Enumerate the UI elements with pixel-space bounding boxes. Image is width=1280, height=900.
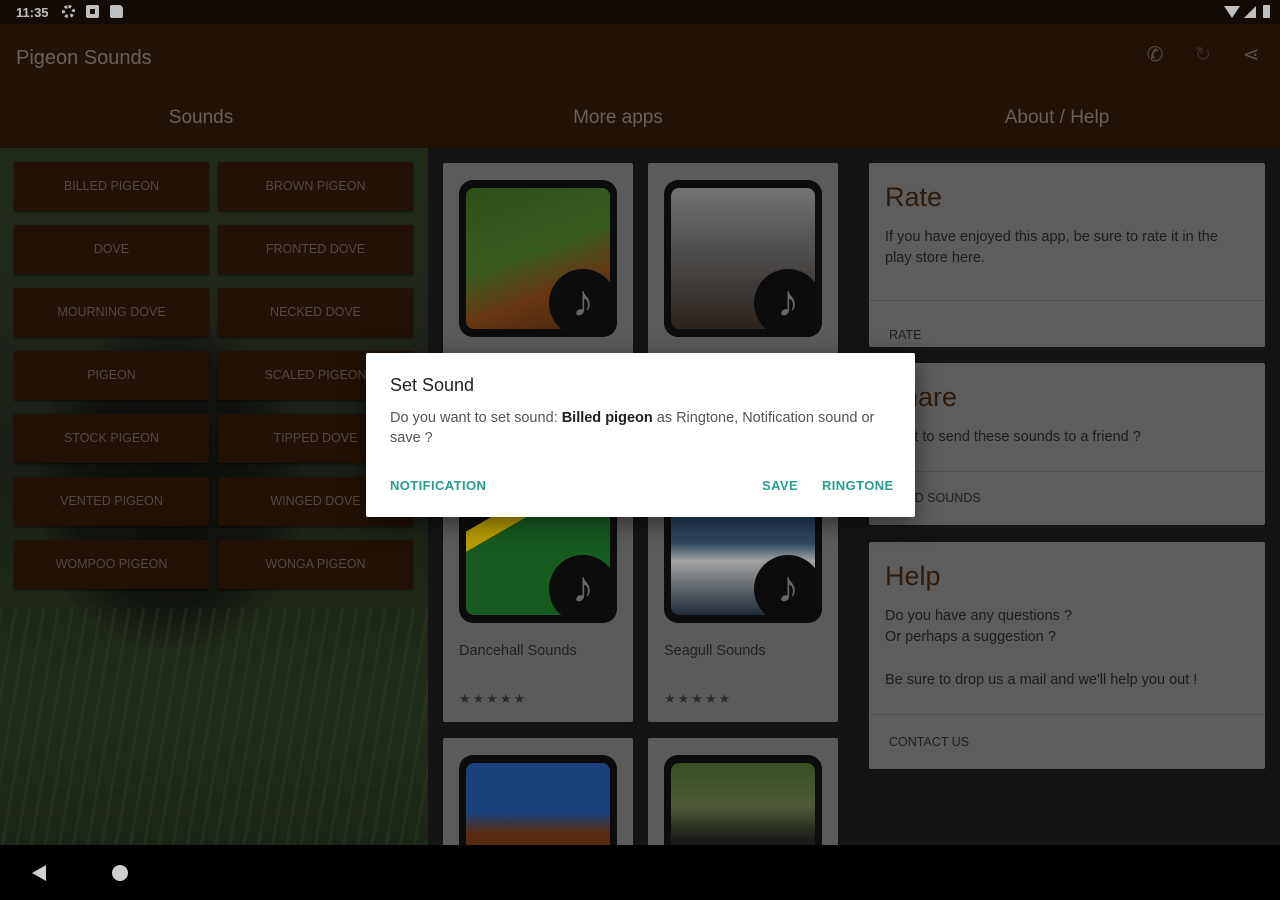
dialog-message: Do you want to set sound: Billed pigeon …	[390, 408, 890, 448]
home-icon[interactable]	[112, 865, 128, 881]
ringtone-button[interactable]: RINGTONE	[822, 478, 894, 493]
navigation-bar	[0, 845, 1280, 900]
notification-button[interactable]: NOTIFICATION	[390, 478, 486, 493]
save-button[interactable]: SAVE	[762, 478, 798, 493]
dialog-sound-name: Billed pigeon	[561, 410, 653, 426]
dialog-title: Set Sound	[390, 375, 475, 395]
set-sound-dialog: Set Sound Do you want to set sound: Bill…	[366, 353, 915, 517]
dialog-message-prefix: Do you want to set sound:	[390, 410, 562, 426]
back-icon[interactable]	[32, 865, 46, 881]
